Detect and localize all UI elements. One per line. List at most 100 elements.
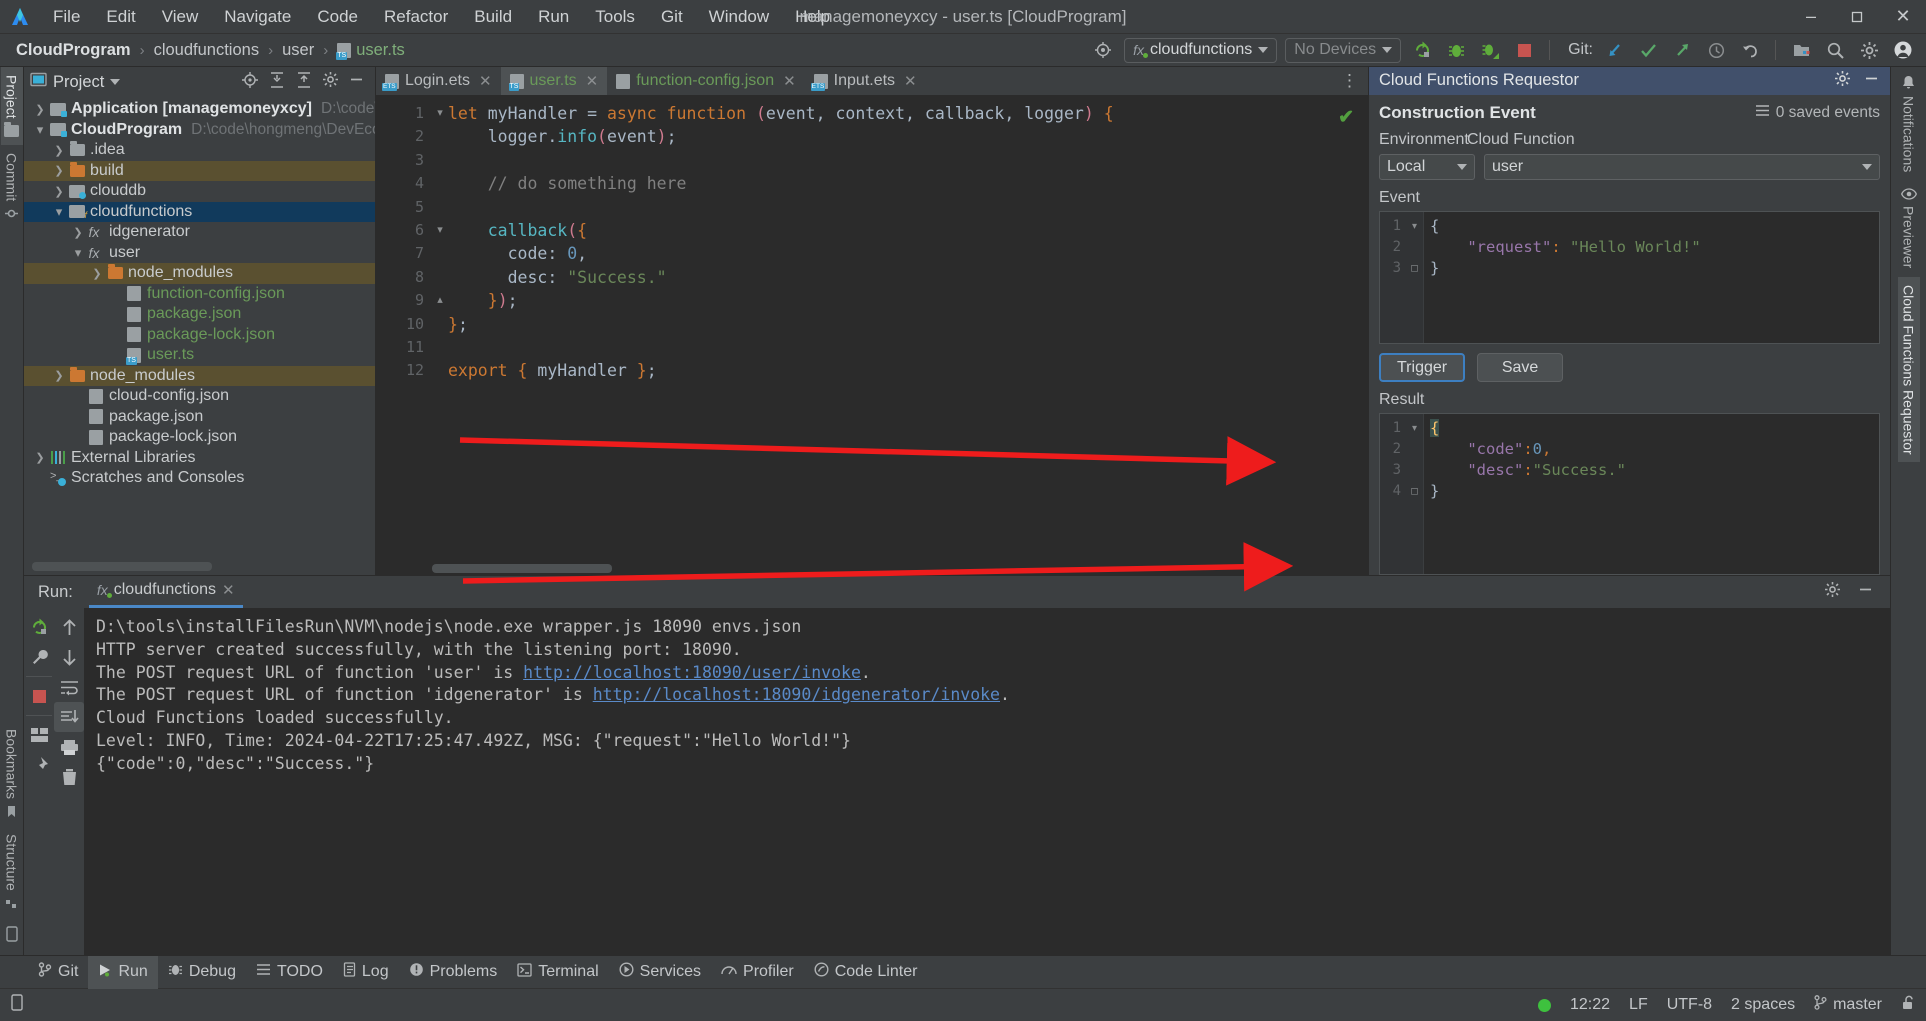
- status-branch[interactable]: master: [1814, 995, 1882, 1015]
- run-console-output[interactable]: D:\tools\installFilesRun\NVM\nodejs\node…: [84, 608, 1890, 955]
- git-update-icon[interactable]: [1601, 38, 1627, 62]
- result-json-text[interactable]: { "code":0, "desc":"Success." }: [1424, 414, 1879, 574]
- chevron-right-icon[interactable]: ❯: [51, 144, 67, 157]
- source-code[interactable]: let myHandler = async function (event, c…: [448, 96, 1368, 562]
- menu-item-edit[interactable]: Edit: [93, 3, 148, 31]
- chevron-right-icon[interactable]: ❯: [51, 164, 67, 177]
- tree-row-package-json[interactable]: package.json: [24, 304, 375, 325]
- fold-toggle-icon[interactable]: ▾: [432, 102, 448, 125]
- breadcrumb-file[interactable]: user.ts: [333, 39, 409, 62]
- editor-tab-function-config-json[interactable]: function-config.json ✕: [607, 67, 804, 95]
- toolwindow-services[interactable]: Services: [609, 956, 711, 989]
- status-line-separator[interactable]: LF: [1629, 996, 1648, 1014]
- menu-item-code[interactable]: Code: [304, 3, 371, 31]
- settings-icon[interactable]: [322, 71, 339, 93]
- rail-item-notifications[interactable]: Notifications: [1898, 67, 1920, 180]
- editor-tab-user-ts[interactable]: user.ts ✕: [500, 67, 608, 95]
- wrench-icon[interactable]: [24, 642, 54, 672]
- fold-open-icon[interactable]: ▾: [1406, 216, 1423, 237]
- project-structure-icon[interactable]: [1788, 38, 1814, 62]
- tree-row-package-json[interactable]: package.json: [24, 407, 375, 428]
- editor-tab-options-icon[interactable]: ⋮: [1331, 67, 1368, 95]
- project-horizontal-scrollbar[interactable]: [32, 562, 212, 571]
- stop-button[interactable]: [1511, 38, 1537, 62]
- tree-row-cloudfunctions[interactable]: ▾ f cloudfunctions: [24, 201, 375, 222]
- menu-item-file[interactable]: File: [40, 3, 93, 31]
- tree-row-node-modules[interactable]: ❯ node_modules: [24, 365, 375, 386]
- run-tab-cloudfunctions[interactable]: fx cloudfunctions ✕: [88, 577, 243, 608]
- status-encoding[interactable]: UTF-8: [1667, 996, 1712, 1014]
- gear-icon[interactable]: [1834, 70, 1851, 92]
- layout-icon[interactable]: [24, 720, 54, 750]
- account-icon[interactable]: [1890, 38, 1916, 62]
- status-indent[interactable]: 2 spaces: [1731, 996, 1795, 1014]
- result-json-viewer[interactable]: 1 2 3 4 ▾ ◻ { "code":0, "desc":"Success.…: [1379, 413, 1880, 575]
- chevron-down-icon[interactable]: ▾: [32, 122, 48, 138]
- rail-item-bookmarks[interactable]: Bookmarks: [1, 721, 23, 826]
- tree-row-package-lock-json[interactable]: package-lock.json: [24, 427, 375, 448]
- close-icon[interactable]: ✕: [901, 72, 917, 90]
- project-tree[interactable]: ❯ Application [managemoneyxcy] D:\code\hon…: [24, 97, 375, 560]
- toolwindow-debug[interactable]: Debug: [158, 956, 246, 989]
- close-icon[interactable]: ✕: [222, 581, 235, 599]
- chevron-right-icon[interactable]: ❯: [51, 369, 67, 382]
- rail-item-cloud-functions-requestor[interactable]: Cloud Functions Requestor: [1897, 276, 1920, 463]
- minimize-button[interactable]: –: [1788, 0, 1834, 34]
- tool-window-bar[interactable]: Git Run Debug TODO Log Problems Terminal…: [0, 955, 1926, 989]
- rail-item-commit[interactable]: Commit: [1, 145, 23, 228]
- locate-icon[interactable]: [241, 71, 259, 94]
- settings-icon[interactable]: [1824, 581, 1841, 603]
- profile-debug-button[interactable]: [1477, 38, 1503, 62]
- stop-icon[interactable]: [24, 681, 54, 711]
- tree-row-package-lock-json[interactable]: package-lock.json: [24, 325, 375, 346]
- console-link[interactable]: http://localhost:18090/idgenerator/invok…: [593, 685, 1000, 704]
- result-fold-gutter[interactable]: ▾ ◻: [1406, 414, 1424, 574]
- menu-item-navigate[interactable]: Navigate: [211, 3, 304, 31]
- toolwindow-code-linter[interactable]: Code Linter: [804, 956, 928, 989]
- settings-icon[interactable]: [1856, 38, 1882, 62]
- environment-select[interactable]: Local: [1379, 153, 1475, 180]
- fold-toggle-icon[interactable]: ▾: [432, 219, 448, 242]
- fold-open-icon[interactable]: ▾: [1406, 418, 1423, 439]
- run-button[interactable]: [1409, 38, 1435, 62]
- toolwindow-run[interactable]: Run: [88, 955, 158, 989]
- fold-toggle-icon[interactable]: ▴: [432, 289, 448, 312]
- code-folding-gutter[interactable]: ▾ ▾ ▴: [432, 96, 448, 562]
- rail-item-previewer[interactable]: Previewer: [1898, 180, 1920, 276]
- maximize-button[interactable]: [1834, 0, 1880, 34]
- chevron-down-icon[interactable]: [110, 79, 121, 85]
- chevron-right-icon[interactable]: ❯: [32, 103, 48, 116]
- editor-tab-input-ets[interactable]: Input.ets ✕: [805, 67, 926, 95]
- fold-close-icon[interactable]: ◻: [1406, 481, 1423, 502]
- hide-icon[interactable]: [348, 71, 365, 93]
- pin-icon[interactable]: [24, 750, 54, 780]
- git-commit-icon[interactable]: [1635, 38, 1661, 62]
- git-rollback-icon[interactable]: [1737, 38, 1763, 62]
- tree-row-idea[interactable]: ❯ .idea: [24, 140, 375, 161]
- git-push-icon[interactable]: [1669, 38, 1695, 62]
- hide-icon[interactable]: [1857, 581, 1874, 603]
- chevron-down-icon[interactable]: ▾: [70, 245, 86, 261]
- menu-bar[interactable]: File Edit View Navigate Code Refactor Bu…: [40, 3, 843, 31]
- menu-item-run[interactable]: Run: [525, 3, 582, 31]
- console-link[interactable]: http://localhost:18090/user/invoke: [523, 663, 861, 682]
- tree-row-build[interactable]: ❯ build: [24, 160, 375, 181]
- device-icon[interactable]: [10, 994, 24, 1016]
- menu-item-window[interactable]: Window: [696, 3, 782, 31]
- close-icon[interactable]: ✕: [476, 72, 492, 90]
- toolwindow-terminal[interactable]: Terminal: [507, 956, 608, 989]
- status-time[interactable]: 12:22: [1570, 996, 1610, 1014]
- breadcrumb-module[interactable]: user: [278, 39, 318, 62]
- toolwindow-profiler[interactable]: Profiler: [711, 956, 804, 989]
- tree-row-idgenerator[interactable]: ❯ fx idgenerator: [24, 222, 375, 243]
- device-manager-icon[interactable]: [5, 918, 19, 955]
- close-icon[interactable]: ✕: [583, 72, 599, 90]
- rail-item-structure[interactable]: Structure: [1, 826, 23, 918]
- scroll-to-end-icon[interactable]: [54, 702, 84, 732]
- trigger-button[interactable]: Trigger: [1379, 353, 1466, 383]
- toolwindow-log[interactable]: Log: [333, 956, 399, 989]
- tree-row-clouddb[interactable]: ❯ clouddb: [24, 181, 375, 202]
- event-json-editor[interactable]: 1 2 3 ▾ ◻ { "request": "Hello World!" }: [1379, 210, 1880, 345]
- chevron-right-icon[interactable]: ❯: [51, 185, 67, 198]
- menu-item-refactor[interactable]: Refactor: [371, 3, 461, 31]
